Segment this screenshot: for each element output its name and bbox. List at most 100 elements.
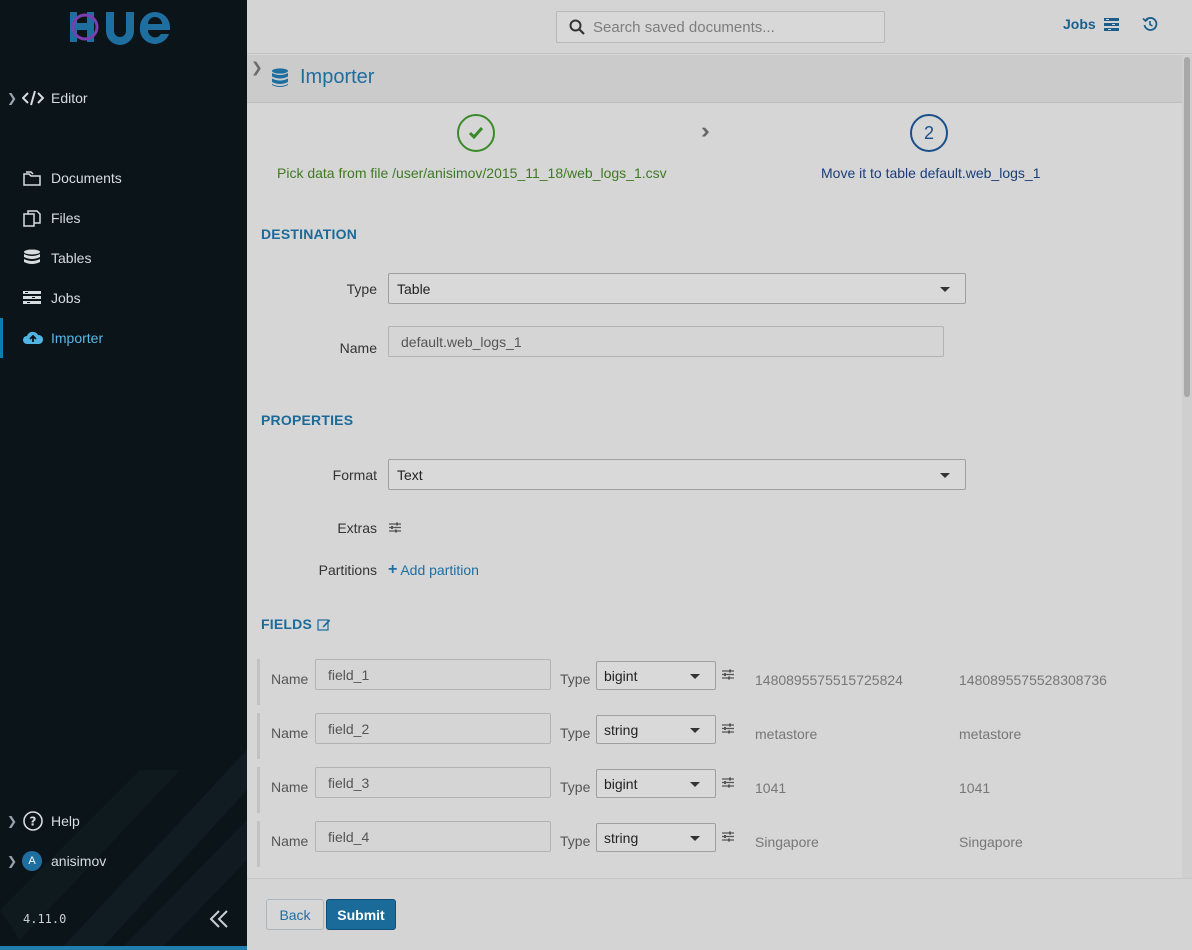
format-value: Text bbox=[397, 466, 423, 483]
field-type-value: bigint bbox=[604, 667, 638, 684]
format-select[interactable]: Text bbox=[388, 459, 966, 490]
action-bar: Back Submit bbox=[247, 878, 1192, 950]
field-type-label: Type bbox=[560, 779, 591, 795]
hue-logo[interactable] bbox=[66, 8, 180, 46]
field-name-input[interactable] bbox=[315, 659, 551, 690]
field-name-label: Name bbox=[271, 671, 309, 687]
format-label: Format bbox=[332, 467, 377, 483]
sidebar-item-user[interactable]: ❯ A anisimov bbox=[0, 841, 247, 881]
field-type-label: Type bbox=[560, 671, 591, 687]
sidebar-item-editor[interactable]: ❯ Editor bbox=[0, 78, 247, 118]
sliders-icon[interactable] bbox=[721, 830, 735, 843]
sidebar-item-label: Tables bbox=[51, 250, 92, 266]
fields-section-title: FIELDS bbox=[261, 616, 331, 632]
sidebar-item-label: Editor bbox=[51, 90, 88, 106]
sliders-icon[interactable] bbox=[721, 668, 735, 681]
sidebar-item-label: anisimov bbox=[51, 853, 107, 869]
search-input[interactable] bbox=[593, 18, 873, 36]
code-icon bbox=[22, 90, 50, 106]
field-name-label: Name bbox=[271, 779, 309, 795]
sliders-icon[interactable] bbox=[721, 722, 735, 735]
step-2-indicator[interactable]: 2 bbox=[910, 114, 948, 152]
field-type-value: bigint bbox=[604, 775, 638, 792]
sidebar-item-jobs[interactable]: Jobs bbox=[0, 278, 247, 318]
sample-value-2: 1041 bbox=[959, 780, 991, 796]
double-chevron-right-icon: ›› bbox=[701, 118, 709, 143]
field-name-input[interactable] bbox=[315, 713, 551, 744]
destination-section-title: DESTINATION bbox=[261, 226, 358, 242]
expand-chevron-icon[interactable]: ❯ bbox=[251, 59, 263, 76]
jobs-icon bbox=[1103, 17, 1119, 31]
step-1-label[interactable]: Pick data from file /user/anisimov/2015_… bbox=[277, 165, 667, 181]
sample-value-1: Singapore bbox=[755, 834, 819, 850]
sample-value-1: 1480895575515725824 bbox=[755, 672, 903, 688]
app-version: 4.11.0 bbox=[23, 912, 67, 926]
jobs-icon bbox=[22, 290, 50, 306]
scrollbar-thumb[interactable] bbox=[1184, 57, 1190, 397]
add-partition-button[interactable]: + Add partition bbox=[388, 561, 479, 579]
importer-content: ›› 2 Pick data from file /user/anisimov/… bbox=[247, 104, 1182, 878]
caret-down-icon bbox=[690, 728, 700, 733]
caret-down-icon bbox=[940, 287, 950, 292]
sliders-icon[interactable] bbox=[721, 776, 735, 789]
partitions-label: Partitions bbox=[318, 562, 377, 578]
sample-value-1: 1041 bbox=[755, 780, 787, 796]
fields-title-text: FIELDS bbox=[261, 616, 312, 632]
field-name-input[interactable] bbox=[315, 821, 551, 852]
extras-label: Extras bbox=[337, 520, 377, 536]
sidebar-item-label: Documents bbox=[51, 170, 122, 186]
top-bar: Jobs bbox=[247, 0, 1192, 54]
sidebar-item-label: Help bbox=[51, 813, 80, 829]
field-name-input[interactable] bbox=[315, 767, 551, 798]
search-box[interactable] bbox=[556, 11, 885, 43]
sample-value-2: Singapore bbox=[959, 834, 1023, 850]
field-type-select[interactable]: bigint bbox=[596, 661, 716, 690]
sidebar-item-importer[interactable]: Importer bbox=[0, 318, 247, 358]
chevron-right-icon: ❯ bbox=[6, 814, 18, 828]
edit-icon[interactable] bbox=[317, 618, 331, 631]
properties-section-title: PROPERTIES bbox=[261, 412, 354, 428]
files-icon bbox=[22, 209, 50, 227]
field-type-select[interactable]: bigint bbox=[596, 769, 716, 798]
caret-down-icon bbox=[690, 674, 700, 679]
collapse-sidebar-icon[interactable] bbox=[206, 906, 232, 932]
sidebar-item-tables[interactable]: Tables bbox=[0, 238, 247, 278]
sample-value-2: metastore bbox=[959, 726, 1022, 742]
submit-button[interactable]: Submit bbox=[326, 899, 396, 930]
caret-down-icon bbox=[690, 836, 700, 841]
database-icon bbox=[22, 249, 50, 267]
svg-text:?: ? bbox=[30, 815, 37, 829]
scrollbar[interactable] bbox=[1182, 55, 1192, 878]
avatar-initial: A bbox=[22, 851, 42, 871]
search-icon bbox=[569, 19, 585, 35]
history-icon[interactable] bbox=[1142, 16, 1158, 32]
avatar: A bbox=[22, 851, 50, 871]
cloud-upload-icon bbox=[22, 329, 50, 347]
sample-value-2: 1480895575528308736 bbox=[959, 672, 1107, 688]
sidebar-item-help[interactable]: ❯ ? Help bbox=[0, 801, 247, 841]
destination-type-select[interactable]: Table bbox=[388, 273, 966, 304]
destination-type-value: Table bbox=[397, 280, 431, 297]
step-1-indicator[interactable] bbox=[457, 114, 495, 152]
step-2-label[interactable]: Move it to table default.web_logs_1 bbox=[821, 165, 1040, 181]
sidebar-item-label: Jobs bbox=[51, 290, 81, 306]
field-type-select[interactable]: string bbox=[596, 715, 716, 744]
sidebar-item-documents[interactable]: Documents bbox=[0, 158, 247, 198]
field-row: Name Type bigint 1041 1041 bbox=[257, 767, 1182, 813]
page-header: ❯ Importer bbox=[247, 55, 1182, 103]
field-row: Name Type bigint 1480895575515725824 1480895… bbox=[257, 659, 1182, 705]
jobs-button[interactable]: Jobs bbox=[1063, 16, 1119, 32]
field-type-select[interactable]: string bbox=[596, 823, 716, 852]
check-icon bbox=[468, 127, 484, 140]
jobs-label: Jobs bbox=[1063, 16, 1096, 32]
field-type-label: Type bbox=[560, 833, 591, 849]
sidebar-item-label: Files bbox=[51, 210, 81, 226]
sidebar-accent-bar bbox=[0, 946, 247, 950]
back-button[interactable]: Back bbox=[266, 899, 324, 930]
sidebar-item-files[interactable]: Files bbox=[0, 198, 247, 238]
plus-icon: + bbox=[388, 561, 398, 578]
main-area: Jobs ❯ Importer ›› 2 Pick data from file… bbox=[247, 0, 1192, 950]
destination-name-input[interactable] bbox=[388, 326, 944, 357]
sliders-icon[interactable] bbox=[388, 521, 402, 534]
field-row: Name Type string Singapore Singapore bbox=[257, 821, 1182, 867]
